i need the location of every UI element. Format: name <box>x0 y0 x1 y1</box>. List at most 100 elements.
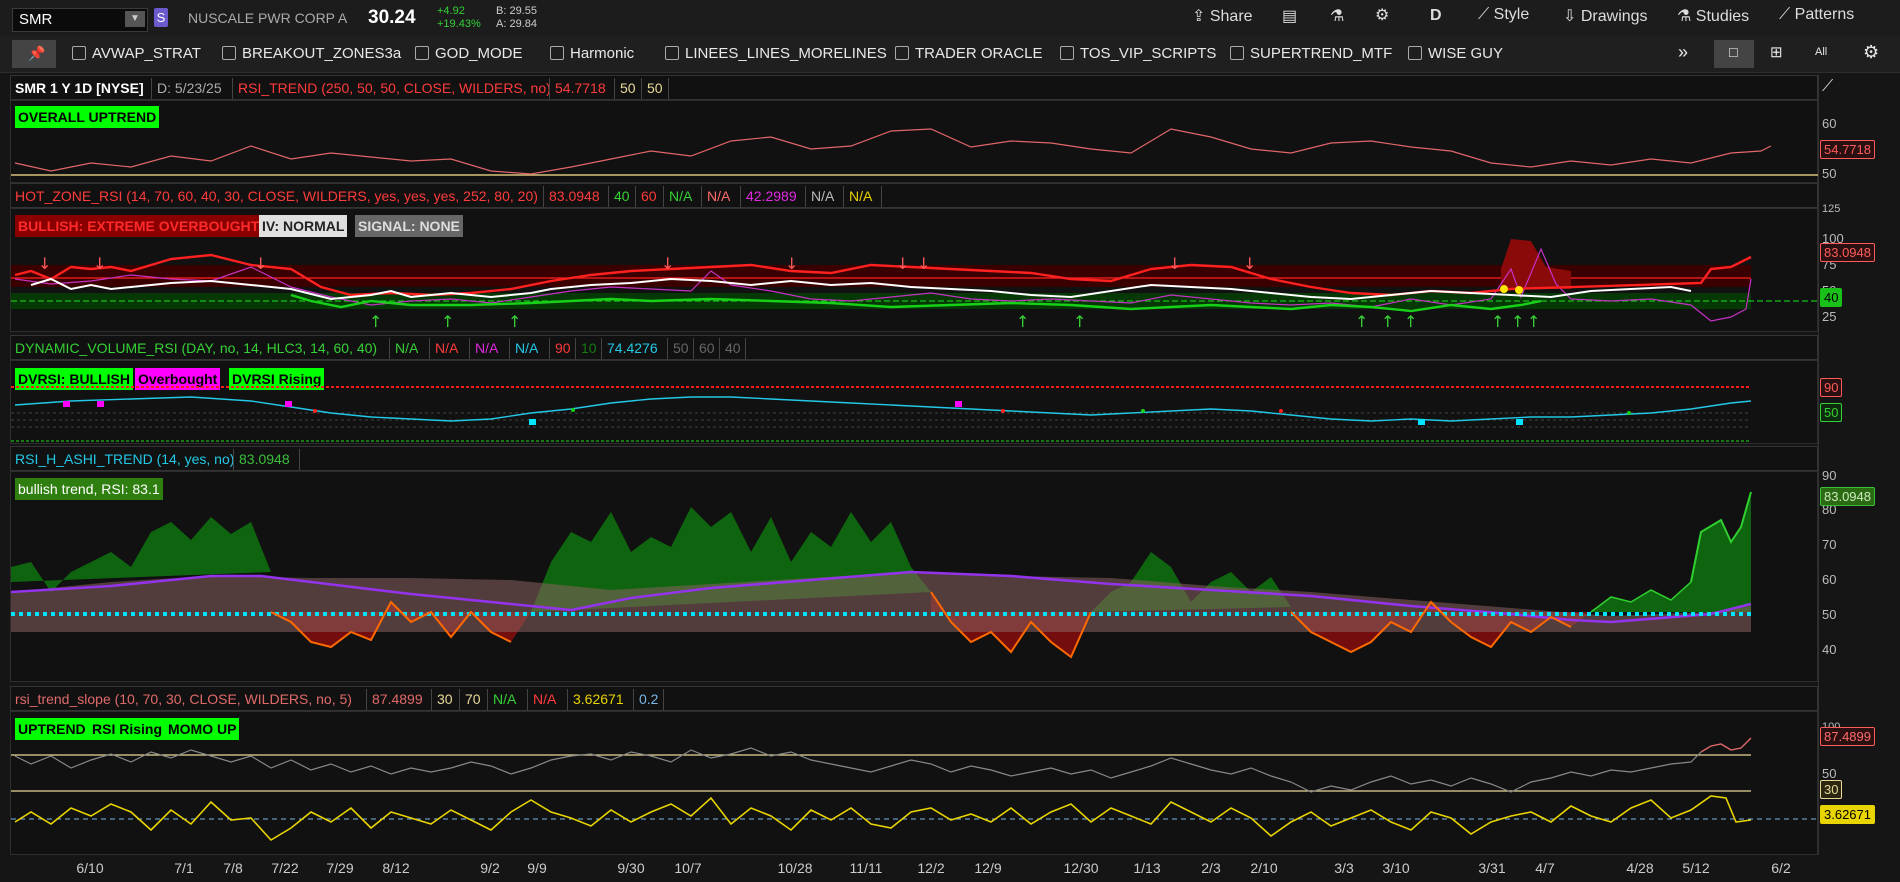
study-value: 50 <box>673 340 689 356</box>
script-icon <box>222 46 236 60</box>
study-value: 74.4276 <box>607 340 658 356</box>
drawings-button[interactable]: ⇩ Drawings <box>1563 6 1648 32</box>
script-icon <box>72 46 86 60</box>
divider <box>719 338 720 359</box>
patterns-icon: ⟋ <box>1779 6 1795 23</box>
divider <box>614 78 615 99</box>
divider <box>668 78 669 99</box>
divider <box>366 689 367 710</box>
study-value: N/A <box>515 340 539 356</box>
drawings-icon: ⇩ <box>1563 8 1581 25</box>
pane1-plot[interactable]: OVERALL UPTREND <box>10 100 1819 183</box>
date-tick: 3/3 <box>1334 860 1354 876</box>
pane4-header: RSI_H_ASHI_TREND (14, yes, no) 83.0948 <box>10 446 1818 471</box>
style-button[interactable]: ⟋ Style <box>1478 6 1529 32</box>
toolbar-item[interactable]: Harmonic <box>550 45 634 65</box>
gear-icon[interactable]: ⚙ <box>1863 42 1879 62</box>
pane3-header: DYNAMIC_VOLUME_RSI (DAY, no, 14, HLC3, 1… <box>10 335 1818 360</box>
news-icon[interactable]: ▤ <box>1282 6 1297 32</box>
divider <box>881 186 882 207</box>
symbol-value[interactable]: SMR <box>19 11 52 28</box>
account-badge[interactable]: S <box>154 8 168 27</box>
study-value: 50 <box>620 80 636 96</box>
divider <box>233 449 234 470</box>
toolbar-item[interactable]: GOD_MODE <box>415 45 523 65</box>
study-value: 83.0948 <box>549 188 600 204</box>
toolbar-item[interactable]: AVWAP_STRAT <box>72 45 201 65</box>
heikin-ashi-trend-chart <box>10 491 1752 659</box>
single-layout-button[interactable]: ☐ <box>1714 40 1754 68</box>
study-name[interactable]: HOT_ZONE_RSI (14, 70, 60, 40, 30, CLOSE,… <box>15 187 538 206</box>
date-tick: 2/10 <box>1250 860 1278 876</box>
script-icon <box>1408 46 1422 60</box>
pane5-plot[interactable]: UPTREND RSI Rising MOMO UP <box>10 711 1819 855</box>
divider <box>601 338 602 359</box>
study-name[interactable]: RSI_H_ASHI_TREND (14, yes, no) <box>15 450 234 469</box>
arrow-up-icon: ↑ <box>1016 312 1029 331</box>
arrow-down-icon: ↓ <box>38 254 51 273</box>
company-name: NUSCALE PWR CORP A <box>188 10 348 26</box>
divider <box>635 186 636 207</box>
timeframe-button[interactable]: D <box>1430 7 1442 33</box>
more-button[interactable]: » <box>1678 42 1688 62</box>
study-name[interactable]: RSI_TREND (250, 50, 50, CLOSE, WILDERS, … <box>238 79 551 98</box>
all-button[interactable]: All <box>1815 46 1827 66</box>
date-tick: 9/30 <box>617 860 645 876</box>
study-value: 50 <box>647 80 663 96</box>
study-name[interactable]: DYNAMIC_VOLUME_RSI (DAY, no, 14, HLC3, 1… <box>15 339 377 358</box>
studies-button[interactable]: ⚗ Studies <box>1677 6 1749 32</box>
rsi-trend-line <box>11 128 1819 176</box>
divider <box>641 78 642 99</box>
toolbar-item[interactable]: BREAKOUT_ZONES3a <box>222 45 401 65</box>
price-change-pct: +19.43% <box>437 18 481 30</box>
study-value: N/A <box>435 340 459 356</box>
square-icon: ☐ <box>1728 46 1739 60</box>
pane3-plot[interactable]: DVRSI: BULLISH Overbought DVRSI Rising <box>10 360 1818 444</box>
toolbar-item[interactable]: WISE GUY <box>1408 45 1503 65</box>
pane4-plot[interactable]: bullish trend, RSI: 83.1 <box>10 471 1818 682</box>
value-badge: 30 <box>1820 780 1843 799</box>
pin-button[interactable]: 📌 <box>12 40 56 68</box>
axis-tick: 50 <box>1822 166 1837 181</box>
study-value: 90 <box>555 340 571 356</box>
pane2-plot[interactable]: BULLISH: EXTREME OVERBOUGHT IV: NORMAL S… <box>10 208 1819 332</box>
script-icon <box>550 46 564 60</box>
date-tick: 10/7 <box>674 860 702 876</box>
study-name[interactable]: rsi_trend_slope (10, 70, 30, CLOSE, WILD… <box>15 690 352 709</box>
grid-layout-icon[interactable]: ⊞ <box>1770 43 1783 63</box>
value-badge: 3.62671 <box>1820 805 1875 824</box>
date-tick: 12/9 <box>974 860 1002 876</box>
pane2-header: HOT_ZONE_RSI (14, 70, 60, 40, 30, CLOSE,… <box>10 183 1818 208</box>
axis-tick: 60 <box>1822 116 1837 131</box>
divider <box>633 689 634 710</box>
divider <box>487 689 488 710</box>
toolbar-item[interactable]: TRADER ORACLE <box>895 45 1043 65</box>
toolbar-item[interactable]: TOS_VIP_SCRIPTS <box>1060 45 1216 65</box>
symbol-selector[interactable]: SMR ▼ <box>12 8 148 32</box>
share-button[interactable]: ⇪ Share <box>1192 6 1253 32</box>
chevron-down-icon[interactable]: ▼ <box>125 11 145 27</box>
date-tick: 10/28 <box>777 860 813 876</box>
date-axis: 6/10 7/1 7/8 7/22 7/29 8/12 9/2 9/9 9/30… <box>10 856 1818 882</box>
study-value: 40 <box>614 188 630 204</box>
study-value: N/A <box>707 188 731 204</box>
toolbar-item[interactable]: SUPERTREND_MTF <box>1230 45 1392 65</box>
flask-icon[interactable]: ⚗ <box>1330 6 1344 32</box>
divider <box>663 689 664 710</box>
axis-scale-icon[interactable]: ⟋ <box>1822 78 1833 96</box>
gear-icon[interactable]: ⚙ <box>1375 5 1389 31</box>
last-price: 30.24 <box>368 7 416 28</box>
symbol-info: SMR 1 Y 1D [NYSE] <box>15 80 144 96</box>
rsi-slope-chart <box>11 737 1819 842</box>
price-change: +4.92 <box>437 5 465 17</box>
patterns-button[interactable]: ⟋ Patterns <box>1779 6 1854 32</box>
axis-tick: 40 <box>1822 642 1837 657</box>
divider <box>740 186 741 207</box>
study-value: 54.7718 <box>555 80 606 96</box>
toolbar-item[interactable]: LINEES_LINES_MORELINES <box>665 45 887 65</box>
study-value: N/A <box>849 188 873 204</box>
ask-price: A: 29.84 <box>496 18 537 30</box>
divider <box>701 186 702 207</box>
study-toolbar: 📌 AVWAP_STRAT BREAKOUT_ZONES3a GOD_MODE … <box>0 36 1900 73</box>
date-tick: 11/11 <box>849 860 883 876</box>
